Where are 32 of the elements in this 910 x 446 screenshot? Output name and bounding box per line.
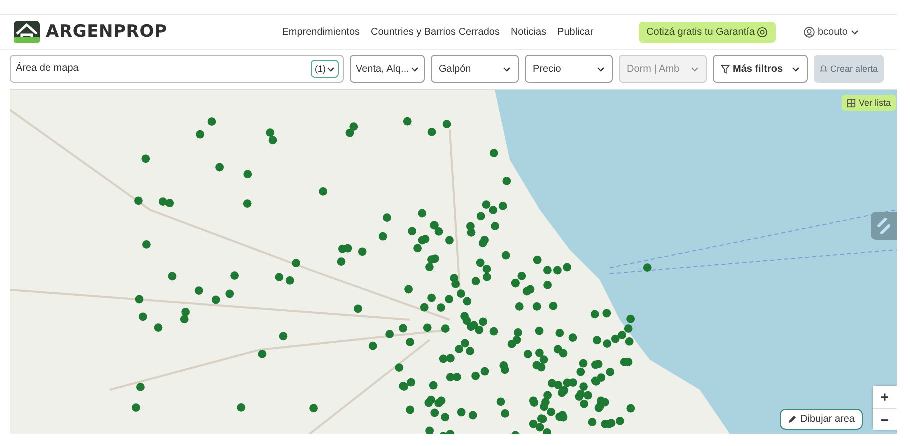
zoom-button[interactable]: + (873, 386, 897, 408)
grid-icon (846, 98, 856, 108)
chevron-down-icon (503, 66, 511, 72)
list-view-button[interactable]: Ver lista (842, 95, 896, 111)
filter-dropdown[interactable]: Galpón (431, 55, 519, 83)
chevron-down-icon (327, 66, 335, 72)
chevron-down-icon (411, 66, 419, 72)
guarantee-button[interactable]: Cotizá gratis tu Garantía (638, 22, 776, 42)
nav-link[interactable]: Countries y Barrios Cerrados (371, 26, 500, 38)
filter-dropdown[interactable]: Venta, Alq... (350, 55, 425, 83)
chevron-down-icon (597, 66, 605, 72)
area-count-button[interactable]: (1) (311, 60, 339, 78)
more-filters-dropdown[interactable]: Más filtros (713, 55, 808, 83)
slash-logo-icon (877, 218, 891, 234)
chevron-down-icon (851, 30, 859, 34)
funnel-icon (721, 64, 730, 74)
nav-link[interactable]: Publicar (558, 26, 594, 38)
house-logo-icon (14, 21, 40, 43)
draw-area-button[interactable]: Dibujar area (780, 409, 863, 430)
nav-link[interactable]: Noticias (510, 26, 547, 38)
zoom-button[interactable]: − (873, 408, 897, 430)
nav-link[interactable]: Emprendimientos (282, 26, 360, 38)
bell-icon (820, 64, 828, 74)
chat-widget-button[interactable] (871, 212, 897, 240)
filter-dropdown[interactable]: Precio (525, 55, 613, 83)
map-area-field[interactable]: Área de mapa (1) (10, 55, 344, 83)
pencil-icon (788, 415, 797, 424)
user-menu[interactable]: bcouto (798, 26, 865, 38)
logo-text[interactable]: ARGENPROP (46, 22, 168, 42)
chevron-down-icon (792, 66, 800, 72)
user-icon (804, 26, 815, 38)
chevron-down-icon (691, 66, 699, 72)
